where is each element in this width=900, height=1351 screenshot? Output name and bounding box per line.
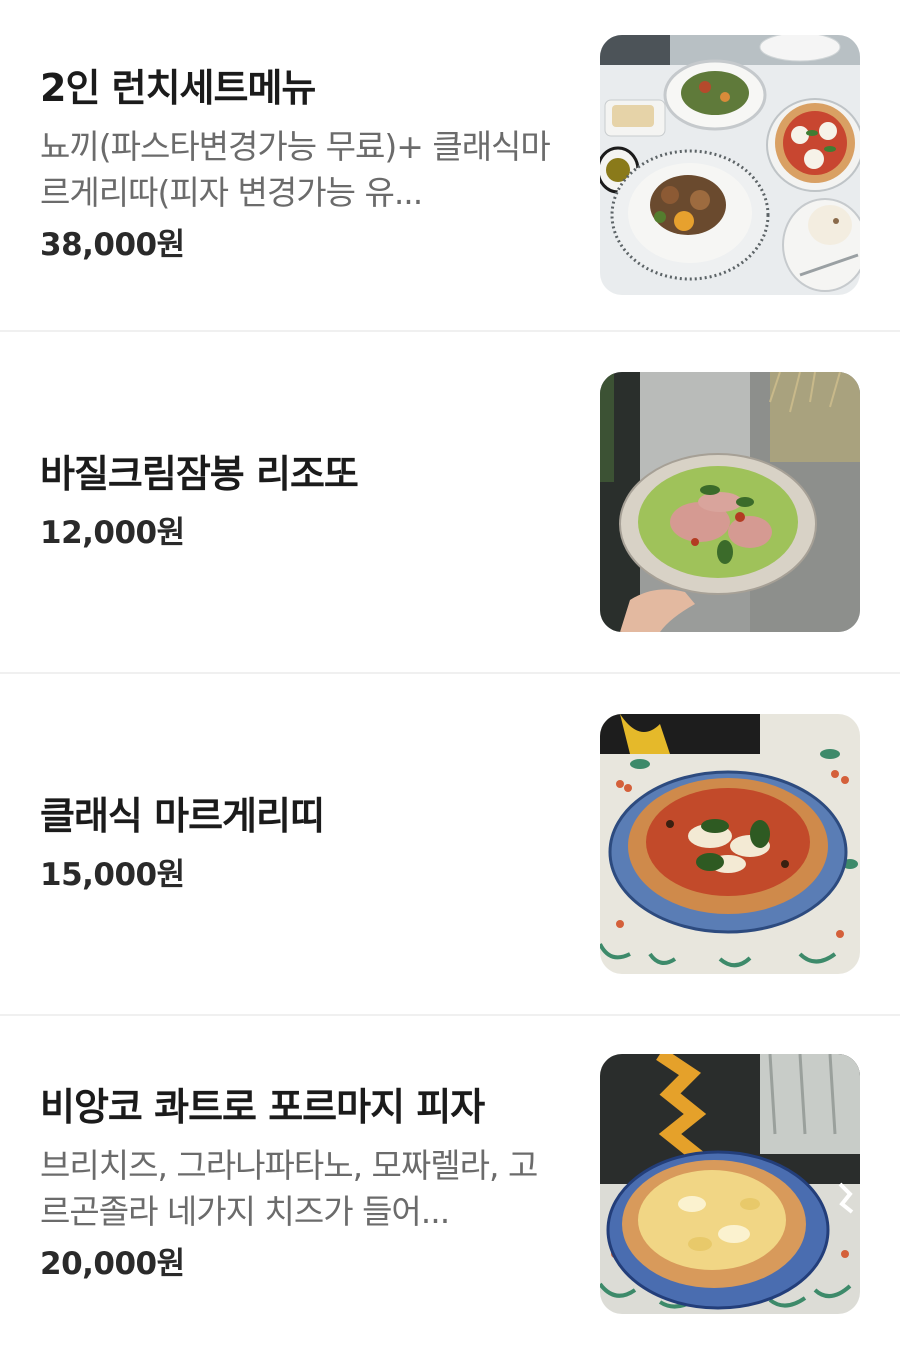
- menu-item-margherita[interactable]: 클래식 마르게리띠 15,000원: [0, 674, 900, 1016]
- basil-risotto-photo[interactable]: [600, 372, 860, 632]
- menu-item-name: 클래식 마르게리띠: [40, 794, 325, 838]
- menu-item-description: 브리치즈, 그라나파타노, 모짜렐라, 고르곤졸라 네가지 치즈가 들어...: [40, 1145, 538, 1231]
- menu-item-lunch-set[interactable]: 2인 런치세트메뉴 뇨끼(파스타변경가능 무료)+ 클래식마르게리따(피자 변경…: [0, 0, 900, 332]
- quattro-formaggi-pizza-image: [600, 1053, 860, 1314]
- quattro-formaggi-pizza-photo[interactable]: [600, 1053, 860, 1314]
- menu-item-text: 클래식 마르게리띠 15,000원: [40, 790, 560, 898]
- lunch-set-photo[interactable]: [600, 35, 860, 295]
- menu-item-name: 바질크림잠봉 리조또: [40, 452, 359, 496]
- menu-item-text: 바질크림잠봉 리조또 12,000원: [40, 448, 560, 556]
- menu-list: 2인 런치세트메뉴 뇨끼(파스타변경가능 무료)+ 클래식마르게리따(피자 변경…: [0, 0, 900, 1351]
- margherita-pizza-photo[interactable]: [600, 714, 860, 974]
- lunch-set-image: [600, 35, 860, 295]
- margherita-pizza-image: [600, 714, 860, 974]
- menu-item-basil-risotto[interactable]: 바질크림잠봉 리조또 12,000원: [0, 332, 900, 674]
- menu-item-price: 38,000원: [40, 227, 185, 263]
- menu-item-price: 20,000원: [40, 1245, 185, 1282]
- menu-item-text: 비앙코 콰트로 포르마지 피자 브리치즈, 그라나파타노, 모짜렐라, 고르곤졸…: [40, 1081, 560, 1287]
- menu-item-description: 뇨끼(파스타변경가능 무료)+ 클래식마르게리따(피자 변경가능 유...: [40, 127, 551, 212]
- menu-item-price: 15,000원: [40, 857, 185, 893]
- menu-item-name: 비앙코 콰트로 포르마지 피자: [40, 1084, 485, 1129]
- basil-risotto-image: [600, 372, 860, 632]
- menu-item-quattro-formaggi[interactable]: 비앙코 콰트로 포르마지 피자 브리치즈, 그라나파타노, 모짜렐라, 고르곤졸…: [0, 1016, 900, 1351]
- menu-item-text: 2인 런치세트메뉴 뇨끼(파스타변경가능 무료)+ 클래식마르게리따(피자 변경…: [40, 62, 560, 268]
- menu-item-name: 2인 런치세트메뉴: [40, 66, 316, 110]
- menu-item-price: 12,000원: [40, 515, 185, 551]
